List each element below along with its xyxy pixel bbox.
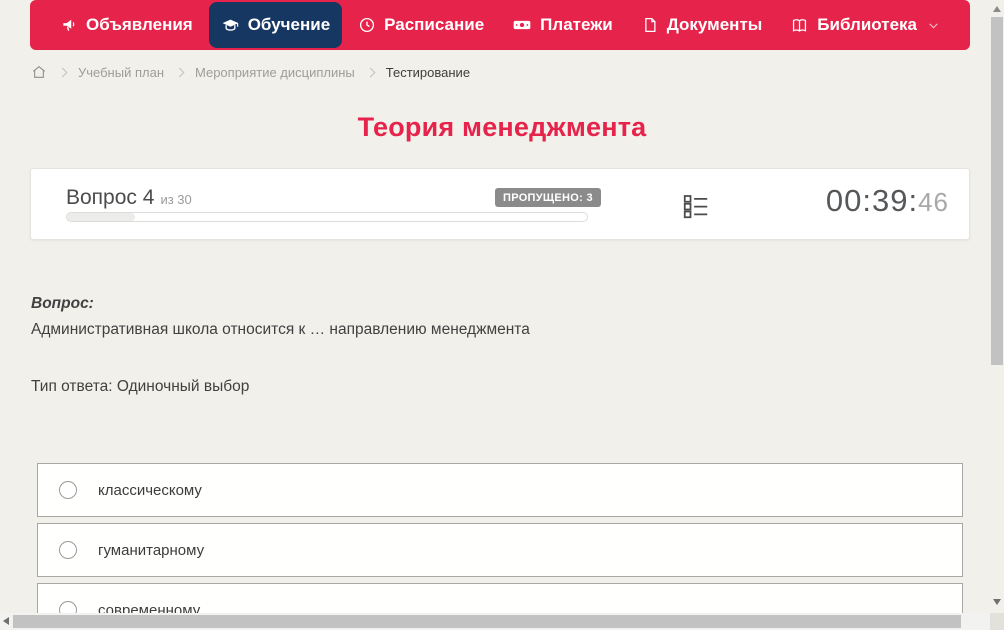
nav-item-documents[interactable]: Документы (629, 2, 775, 48)
breadcrumb: Учебный план Мероприятие дисциплины Тест… (31, 62, 470, 82)
breadcrumb-item-curriculum[interactable]: Учебный план (78, 65, 164, 80)
open-book-icon (793, 18, 807, 32)
timer-hhmm: 00:39: (825, 183, 919, 218)
nav-item-label: Обучение (247, 15, 331, 34)
answer-type-heading: Тип ответа: (31, 378, 113, 395)
home-icon[interactable] (31, 64, 47, 80)
clock-icon (360, 17, 375, 33)
radio-button-icon[interactable] (59, 481, 77, 499)
nav-item-label: Платежи (540, 15, 613, 34)
breadcrumb-separator-icon (174, 67, 185, 78)
question-block: Вопрос: Административная школа относится… (31, 291, 951, 342)
question-text: Административная школа относится к … нап… (31, 320, 530, 338)
question-heading: Вопрос: (31, 295, 94, 312)
nav-item-label: Библиотека (817, 15, 917, 34)
nav-item-label: Объявления (86, 15, 193, 34)
nav-item-announcements[interactable]: Объявления (48, 2, 205, 48)
radio-button-icon[interactable] (59, 541, 77, 559)
answer-type-value: Одиночный выбор (116, 378, 250, 395)
quiz-header-card: Вопрос 4 из 30 ПРОПУЩЕНО: 3 00:39:46 (30, 168, 970, 240)
answer-type-block: Тип ответа: Одиночный выбор (31, 378, 951, 396)
question-number: Вопрос 4 (66, 186, 155, 209)
scrollbar-corner (990, 613, 1004, 630)
horizontal-scrollbar-thumb[interactable] (13, 615, 961, 628)
question-total: из 30 (160, 192, 192, 207)
breadcrumb-item-discipline-activity[interactable]: Мероприятие дисциплины (195, 65, 355, 80)
banknote-icon (513, 20, 531, 30)
nav-item-schedule[interactable]: Расписание (346, 2, 496, 48)
nav-item-payments[interactable]: Платежи (500, 2, 625, 48)
skipped-badge: ПРОПУЩЕНО: 3 (495, 188, 601, 207)
question-list-button[interactable] (676, 191, 716, 221)
nav-item-education[interactable]: Обучение (208, 2, 343, 48)
question-counter: Вопрос 4 из 30 (66, 186, 192, 210)
answer-option-label: классическому (98, 481, 202, 499)
document-icon (644, 17, 656, 33)
megaphone-icon (63, 19, 75, 31)
answer-option-label: гуманитарному (98, 541, 205, 559)
breadcrumb-item-testing: Тестирование (385, 64, 471, 80)
scroll-down-arrow-icon[interactable] (993, 599, 1001, 605)
nav-item-label: Расписание (384, 15, 485, 34)
horizontal-scrollbar[interactable] (0, 613, 1004, 630)
answer-option[interactable]: классическому (37, 463, 963, 517)
progress-bar (66, 212, 588, 222)
main-navigation: Объявления Обучение Расписание Платежи Д… (30, 0, 970, 50)
chevron-down-icon (929, 22, 938, 29)
timer-seconds: 46 (918, 187, 949, 217)
nav-item-label: Документы (666, 15, 763, 34)
vertical-scrollbar-thumb[interactable] (991, 17, 1003, 365)
timer: 00:39:46 (826, 183, 949, 219)
nav-item-library[interactable]: Библиотека (778, 2, 952, 48)
question-list-icon (683, 195, 708, 219)
scroll-left-arrow-icon[interactable] (3, 617, 9, 625)
vertical-scrollbar[interactable] (990, 0, 1004, 613)
breadcrumb-separator-icon (365, 67, 376, 78)
breadcrumb-separator-icon (57, 67, 68, 78)
graduation-cap-icon (222, 19, 239, 31)
scroll-up-arrow-icon[interactable] (993, 6, 1001, 12)
page-title: Теория менеджмента (357, 112, 647, 142)
lms-testing-page: Объявления Обучение Расписание Платежи Д… (0, 0, 1004, 630)
progress-fill (67, 213, 135, 221)
answer-option[interactable]: гуманитарному (37, 523, 963, 577)
